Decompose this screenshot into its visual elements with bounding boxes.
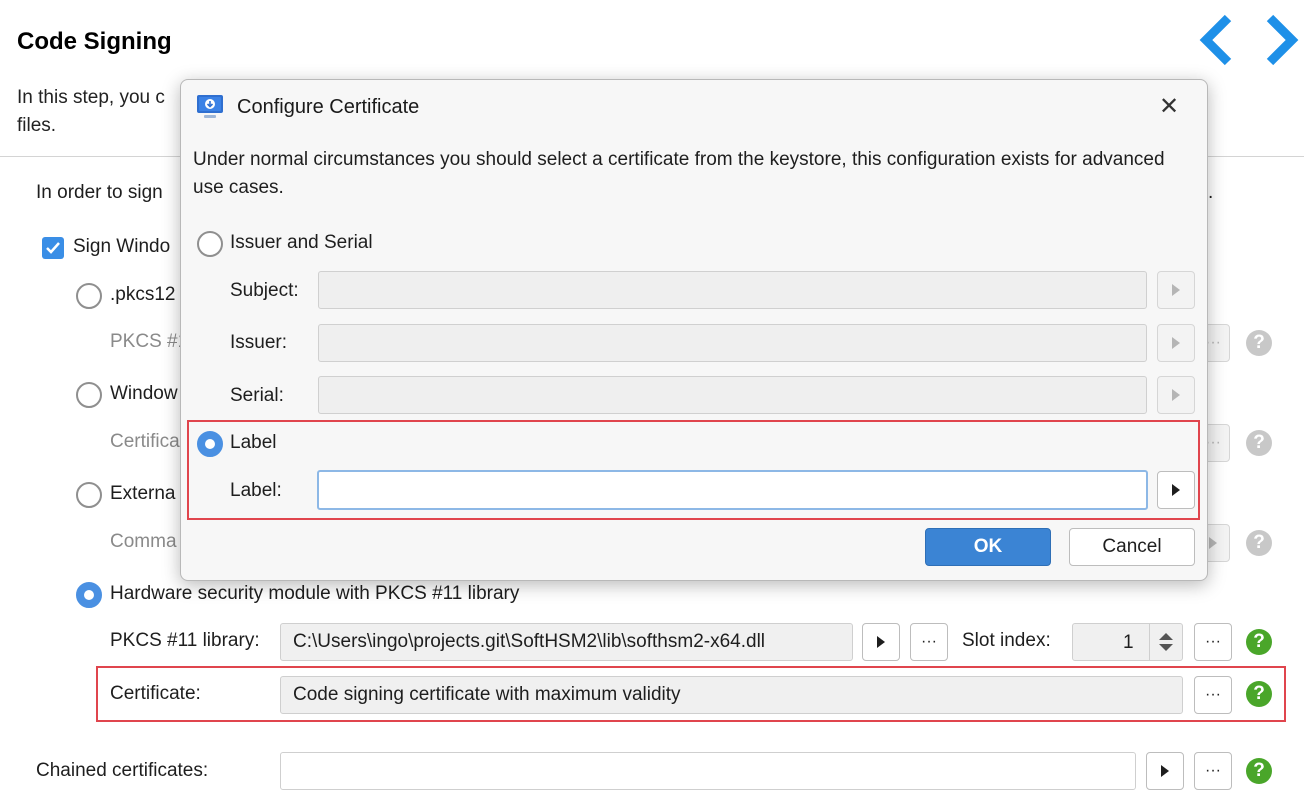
- play-icon: [1161, 765, 1169, 777]
- pkcs11-library-field[interactable]: C:\Users\ingo\projects.git\SoftHSM2\lib\…: [280, 623, 853, 661]
- subject-field[interactable]: [318, 271, 1147, 309]
- radio-pkcs12[interactable]: [76, 283, 102, 309]
- chained-certificates-field[interactable]: [280, 752, 1136, 790]
- issuer-label: Issuer:: [230, 332, 288, 353]
- certificate-label: Certificate:: [110, 683, 201, 704]
- serial-run-button[interactable]: [1157, 376, 1195, 414]
- certificate-help-icon[interactable]: ?: [1246, 681, 1272, 707]
- play-icon: [1172, 389, 1180, 401]
- info-text-tail: .: [1208, 182, 1214, 203]
- intro-line-2: files.: [17, 115, 57, 136]
- windows-sub-label: Certifica: [110, 431, 180, 452]
- play-icon: [877, 636, 885, 648]
- forward-arrow-icon[interactable]: [1262, 12, 1302, 68]
- play-icon: [1172, 484, 1180, 496]
- pkcs12-sub-label: PKCS #1: [110, 331, 189, 352]
- sign-windows-label: Sign Windo: [73, 236, 171, 257]
- chained-certificates-label: Chained certificates:: [36, 760, 209, 781]
- ok-button[interactable]: OK: [925, 528, 1051, 566]
- label-input[interactable]: [317, 470, 1148, 510]
- chained-browse-button[interactable]: ···: [1194, 752, 1232, 790]
- external-label: Externa: [110, 483, 176, 504]
- dialog-title: Configure Certificate: [237, 96, 420, 118]
- play-icon: [1209, 537, 1217, 549]
- radio-windows[interactable]: [76, 382, 102, 408]
- spinner-divider: [1149, 624, 1150, 660]
- info-text: In order to sign: [36, 182, 163, 203]
- external-sub-label: Comma: [110, 531, 177, 552]
- dialog-description: Under normal circumstances you should se…: [193, 149, 1165, 198]
- intro-line-1: In this step, you c: [17, 87, 165, 108]
- slot-index-value: 1: [1123, 632, 1134, 653]
- page-title: Code Signing: [17, 28, 172, 55]
- play-icon: [1172, 284, 1180, 296]
- radio-external[interactable]: [76, 482, 102, 508]
- cancel-button[interactable]: Cancel: [1069, 528, 1195, 566]
- label-option-label: Label: [230, 432, 277, 453]
- intro-text: In this step, you c files.: [17, 84, 197, 140]
- radio-issuer-serial[interactable]: [197, 231, 223, 257]
- subject-label: Subject:: [230, 280, 299, 301]
- label-run-button[interactable]: [1157, 471, 1195, 509]
- hsm-label: Hardware security module with PKCS #11 l…: [110, 583, 520, 604]
- radio-label[interactable]: [197, 431, 223, 457]
- checkmark-icon: [46, 242, 60, 254]
- serial-field[interactable]: [318, 376, 1147, 414]
- sign-windows-checkbox[interactable]: [42, 237, 64, 259]
- windows-label: Window: [110, 383, 178, 404]
- serial-label: Serial:: [230, 385, 284, 406]
- issuer-run-button[interactable]: [1157, 324, 1195, 362]
- subject-run-button[interactable]: [1157, 271, 1195, 309]
- radio-hsm[interactable]: [76, 582, 102, 608]
- play-icon: [1172, 337, 1180, 349]
- back-arrow-icon[interactable]: [1196, 12, 1236, 68]
- pkcs11-library-run-button[interactable]: [862, 623, 900, 661]
- issuer-field[interactable]: [318, 324, 1147, 362]
- pkcs11-library-label: PKCS #11 library:: [110, 630, 260, 651]
- label-field-label: Label:: [230, 480, 282, 501]
- spinner-arrows-icon[interactable]: [1157, 631, 1175, 653]
- pkcs11-library-browse-button[interactable]: ···: [910, 623, 948, 661]
- certificate-configure-button[interactable]: ···: [1194, 676, 1232, 714]
- pkcs11-help-icon[interactable]: ?: [1246, 629, 1272, 655]
- pkcs12-label: .pkcs12: [110, 284, 176, 305]
- external-help-icon[interactable]: ?: [1246, 530, 1272, 556]
- slot-index-spinner[interactable]: 1: [1072, 623, 1183, 661]
- close-icon[interactable]: ✕: [1159, 92, 1179, 121]
- slot-index-browse-button[interactable]: ···: [1194, 623, 1232, 661]
- pkcs12-help-icon[interactable]: ?: [1246, 330, 1272, 356]
- certificate-app-icon: [197, 95, 223, 118]
- slot-index-label: Slot index:: [962, 630, 1051, 651]
- windows-help-icon[interactable]: ?: [1246, 430, 1272, 456]
- configure-certificate-dialog: Configure Certificate ✕ Under normal cir…: [180, 79, 1208, 581]
- certificate-field[interactable]: Code signing certificate with maximum va…: [280, 676, 1183, 714]
- chained-run-button[interactable]: [1146, 752, 1184, 790]
- chained-help-icon[interactable]: ?: [1246, 758, 1272, 784]
- issuer-serial-option-label: Issuer and Serial: [230, 232, 373, 253]
